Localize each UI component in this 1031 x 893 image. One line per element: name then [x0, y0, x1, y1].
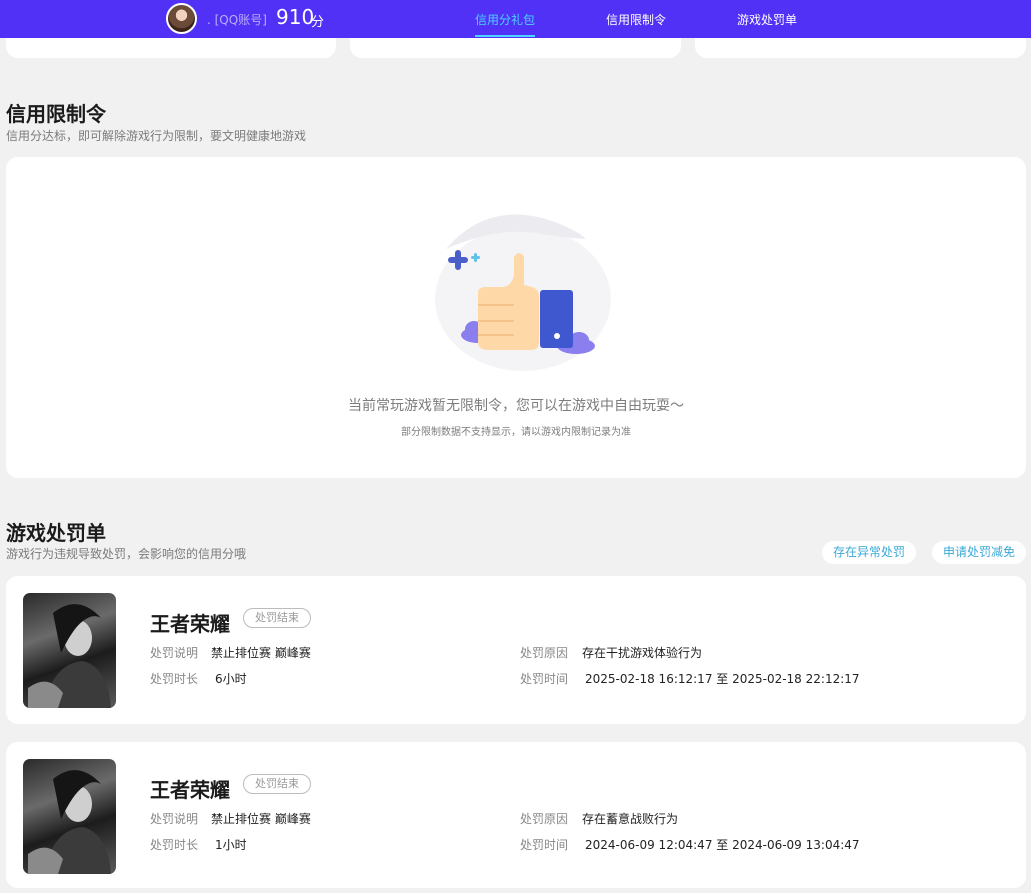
penalty-section-subtitle: 游戏行为违规导致处罚，会影响您的信用分哦: [6, 547, 247, 561]
user-avatar[interactable]: [166, 3, 197, 34]
restriction-section-subtitle: 信用分达标，即可解除游戏行为限制，要文明健康地游戏: [6, 129, 307, 143]
penalty-time-label: 处罚时间: [520, 838, 569, 852]
penalty-desc-label: 处罚说明: [150, 812, 199, 826]
tab-credit-gift[interactable]: 信用分礼包: [475, 11, 535, 28]
penalty-duration-label: 处罚时长: [150, 672, 199, 686]
restriction-card: 当前常玩游戏暂无限制令，您可以在游戏中自由玩耍～ 部分限制数据不支持显示，请以游…: [6, 157, 1026, 478]
empty-state-message: 当前常玩游戏暂无限制令，您可以在游戏中自由玩耍～: [348, 398, 684, 414]
penalty-duration-label: 处罚时长: [150, 838, 199, 852]
top-bar: . [QQ账号] 910 分 信用分礼包 信用限制令 游戏处罚单: [0, 0, 1031, 38]
penalty-desc-label: 处罚说明: [150, 646, 199, 660]
penalty-reason-label: 处罚原因: [520, 646, 569, 660]
restriction-section-title: 信用限制令: [6, 102, 106, 126]
empty-state-note: 部分限制数据不支持显示，请以游戏内限制记录为准: [401, 427, 631, 438]
penalty-duration-value: 6小时: [215, 672, 247, 686]
thumbs-up-illustration: [435, 214, 611, 371]
penalty-time-label: 处罚时间: [520, 672, 569, 686]
status-badge: 处罚结束: [243, 608, 311, 628]
credit-score-unit: 分: [311, 15, 325, 30]
game-thumbnail: [23, 593, 116, 708]
apply-penalty-reduction-button[interactable]: 申请处罚减免: [932, 541, 1027, 564]
tab-game-penalty[interactable]: 游戏处罚单: [737, 11, 797, 28]
status-badge: 处罚结束: [243, 774, 311, 794]
penalty-time-value: 2025-02-18 16:12:17 至 2025-02-18 22:12:1…: [585, 672, 860, 686]
penalty-section-title: 游戏处罚单: [6, 521, 106, 545]
account-label: . [QQ账号]: [207, 13, 267, 27]
penalty-reason-value: 存在干扰游戏体验行为: [582, 646, 703, 660]
penalty-time-value: 2024-06-09 12:04:47 至 2024-06-09 13:04:4…: [585, 838, 860, 852]
penalty-reason-value: 存在蓄意战败行为: [582, 812, 679, 826]
penalty-desc-value: 禁止排位赛 巅峰赛: [211, 646, 311, 660]
penalty-reason-label: 处罚原因: [520, 812, 569, 826]
penalty-record-card[interactable]: 王者荣耀 处罚结束 处罚说明 禁止排位赛 巅峰赛 处罚原因 存在蓄意战败行为 处…: [6, 742, 1026, 888]
game-name: 王者荣耀: [150, 612, 230, 636]
penalty-record-card[interactable]: 王者荣耀 处罚结束 处罚说明 禁止排位赛 巅峰赛 处罚原因 存在干扰游戏体验行为…: [6, 576, 1026, 724]
game-thumbnail: [23, 759, 116, 874]
report-abnormal-penalty-button[interactable]: 存在异常处罚: [822, 541, 917, 564]
tab-credit-restriction[interactable]: 信用限制令: [606, 11, 666, 28]
penalty-duration-value: 1小时: [215, 838, 247, 852]
penalty-desc-value: 禁止排位赛 巅峰赛: [211, 812, 311, 826]
credit-page: . [QQ账号] 910 分 信用分礼包 信用限制令 游戏处罚单 信用限制令 信…: [0, 0, 1031, 893]
credit-score: 910: [276, 5, 315, 29]
game-name: 王者荣耀: [150, 778, 230, 802]
active-tab-indicator: [475, 35, 535, 37]
